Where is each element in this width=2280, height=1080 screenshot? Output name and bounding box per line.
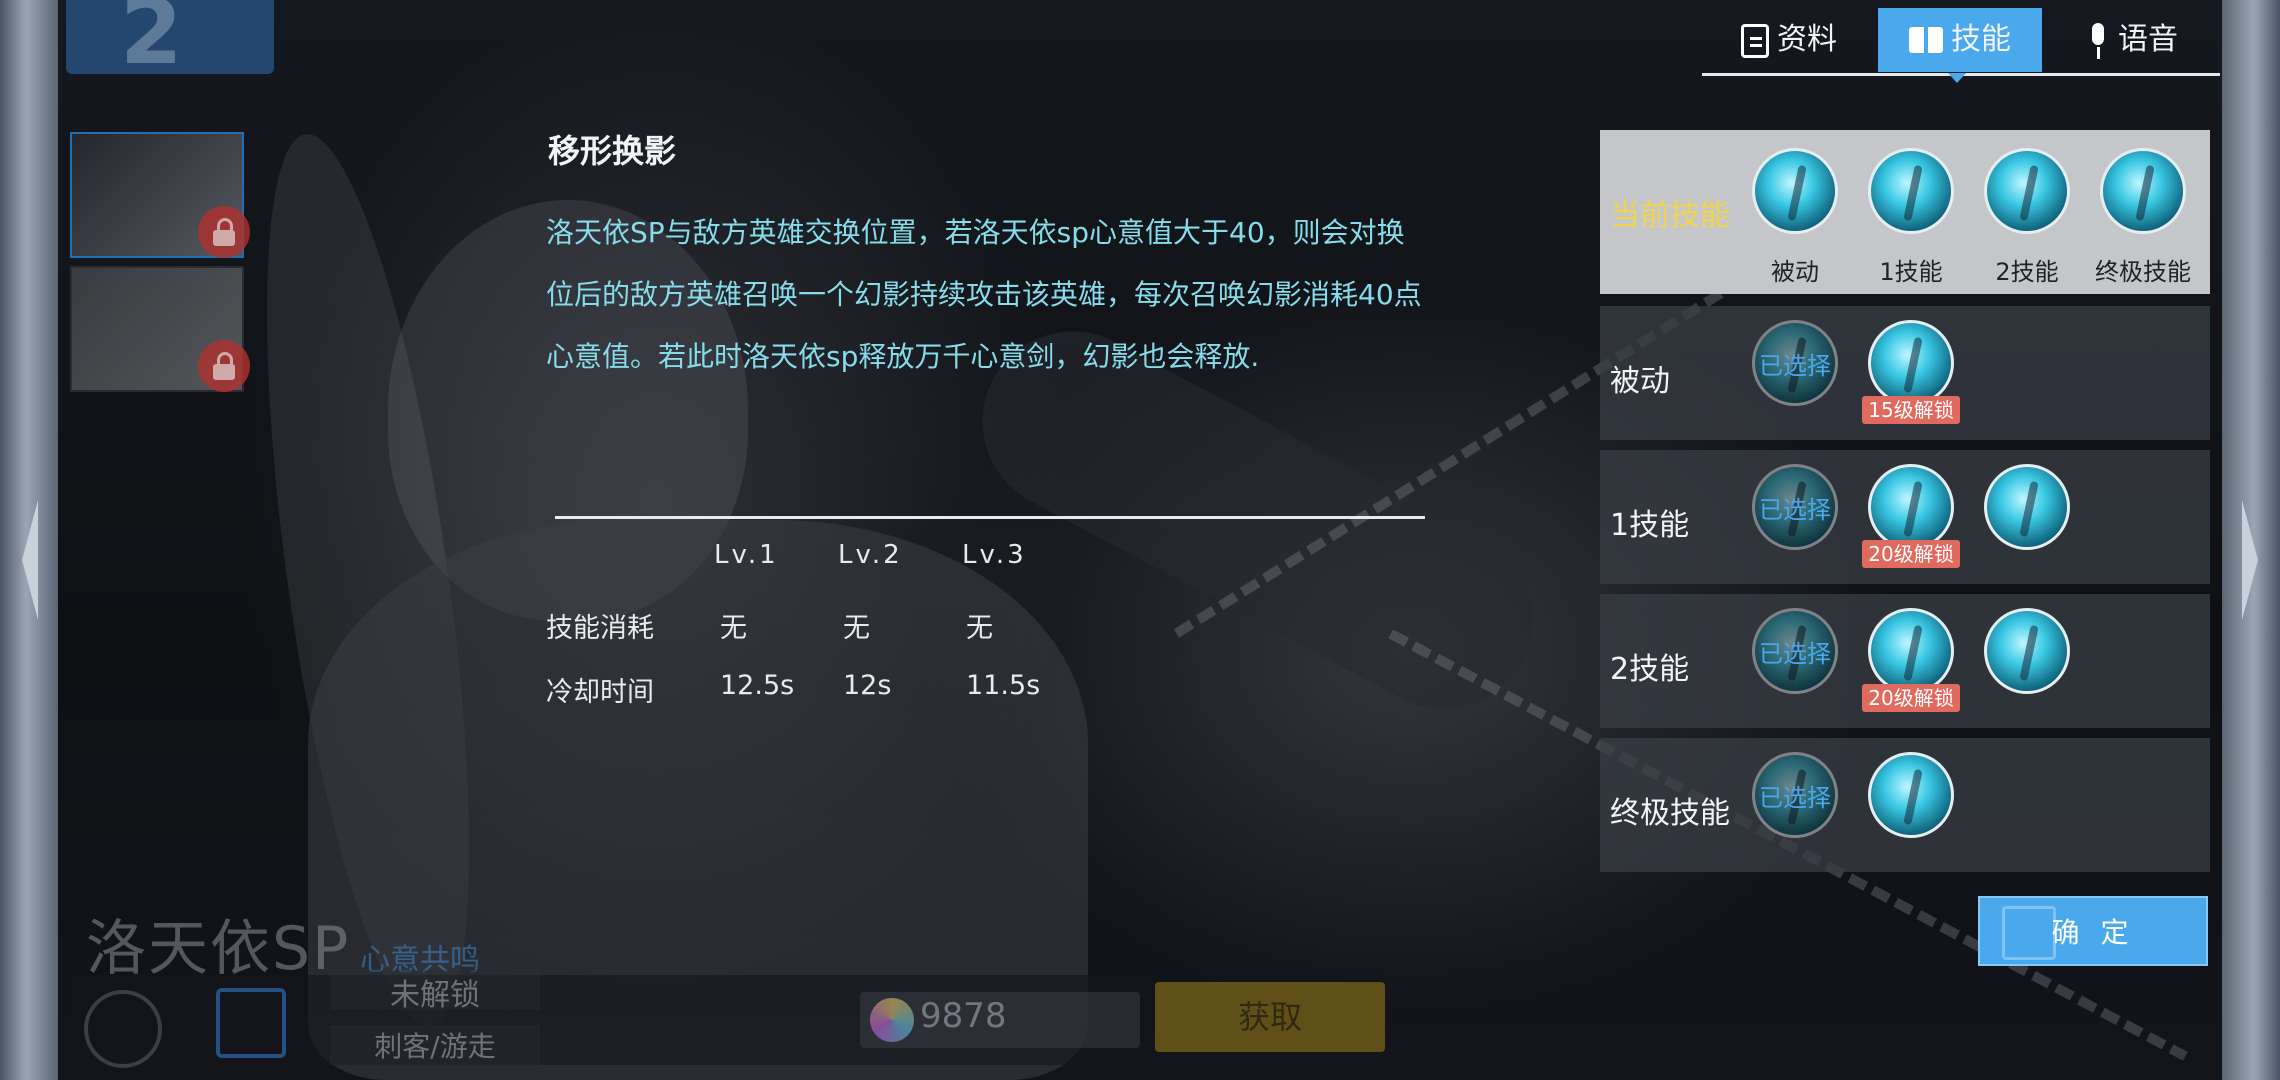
- unlock-status: 未解锁: [330, 970, 540, 1013]
- skill-slot-label: 1技能: [1879, 258, 1943, 286]
- cost-value: 无: [720, 613, 747, 644]
- selected-label: 已选择: [1759, 784, 1831, 812]
- cost-value: 无: [966, 613, 993, 644]
- skill-2-row: 2技能 已选择 20级解锁: [1600, 594, 2210, 728]
- ultimate-skill-icon[interactable]: [2100, 148, 2186, 234]
- cooldown-label: 冷却时间: [546, 677, 654, 708]
- cooldown-value: 11.5s: [966, 670, 1041, 701]
- selected-label: 已选择: [1759, 352, 1831, 380]
- tab-label: 技能: [1951, 22, 2011, 57]
- row-label: 2技能: [1610, 652, 1690, 687]
- right-arrow-icon[interactable]: [2242, 500, 2258, 620]
- get-button[interactable]: 获取: [1155, 982, 1385, 1052]
- skill-2-icon[interactable]: [1984, 148, 2070, 234]
- tab-skills[interactable]: 技能: [1878, 8, 2042, 72]
- skill-slot-label: 2技能: [1995, 258, 2059, 286]
- skill-1-option-icon[interactable]: [1868, 464, 1954, 550]
- role-icon: [216, 988, 286, 1058]
- ultimate-skill-row: 终极技能 已选择: [1600, 738, 2210, 872]
- cooldown-value: 12.5s: [720, 670, 795, 701]
- lock-icon: [198, 340, 250, 392]
- tab-label: 资料: [1777, 22, 1837, 57]
- tab-voice[interactable]: 语音: [2046, 8, 2218, 72]
- tab-profile[interactable]: 资料: [1704, 8, 1874, 72]
- active-tab-pointer: [1948, 73, 1966, 83]
- hero-role: 刺客/游走: [330, 1025, 540, 1065]
- selected-label: 已选择: [1759, 496, 1831, 524]
- divider: [555, 516, 1425, 519]
- unlock-badge: 20级解锁: [1862, 540, 1960, 568]
- rank-number: 2: [120, 0, 183, 85]
- radiation-icon: [84, 990, 162, 1068]
- skill-slot-label: 终极技能: [2095, 258, 2191, 286]
- row-label: 1技能: [1610, 508, 1690, 543]
- level-header: Lv.1: [714, 540, 779, 570]
- clipboard-icon: [1741, 23, 1769, 58]
- lock-icon: [198, 206, 250, 258]
- skill-description: 洛天依SP与敌方英雄交换位置，若洛天依sp心意值大于40，则会对换位后的敌方英雄…: [546, 216, 1422, 373]
- skill-slot-label: 被动: [1771, 258, 1819, 286]
- left-arrow-icon[interactable]: [22, 500, 38, 620]
- skill-1-icon[interactable]: [1868, 148, 1954, 234]
- unlock-badge: 15级解锁: [1862, 396, 1960, 424]
- skill-1-option-icon[interactable]: [1984, 464, 2070, 550]
- cost-value: 无: [843, 613, 870, 644]
- confirm-button[interactable]: 确 定: [1978, 896, 2208, 966]
- tab-label: 语音: [2118, 22, 2178, 57]
- price-value: 9878: [920, 996, 1007, 1036]
- row-label: 终极技能: [1610, 796, 1730, 831]
- ultimate-option-icon[interactable]: [1868, 752, 1954, 838]
- cost-label: 技能消耗: [546, 613, 654, 644]
- level-header: Lv.3: [962, 540, 1027, 570]
- passive-skill-row: 被动 已选择 15级解锁: [1600, 306, 2210, 440]
- passive-skill-icon[interactable]: [1752, 148, 1838, 234]
- row-label: 被动: [1610, 364, 1670, 399]
- selected-label: 已选择: [1759, 640, 1831, 668]
- current-skills-panel: 当前技能 被动 1技能 2技能 终极技能: [1600, 130, 2210, 294]
- microphone-icon: [2086, 22, 2110, 59]
- skill-title: 移形换影: [548, 132, 677, 170]
- hero-name: 洛天依SP: [86, 914, 351, 984]
- cooldown-value: 12s: [843, 670, 892, 701]
- book-icon: [1909, 26, 1943, 55]
- skill-2-option-icon[interactable]: [1984, 608, 2070, 694]
- skill-1-row: 1技能 已选择 20级解锁: [1600, 450, 2210, 584]
- passive-option-icon[interactable]: [1868, 320, 1954, 406]
- current-skills-label: 当前技能: [1610, 198, 1730, 233]
- gem-icon: [870, 998, 914, 1042]
- skill-2-option-icon[interactable]: [1868, 608, 1954, 694]
- level-header: Lv.2: [838, 540, 903, 570]
- unlock-badge: 20级解锁: [1862, 684, 1960, 712]
